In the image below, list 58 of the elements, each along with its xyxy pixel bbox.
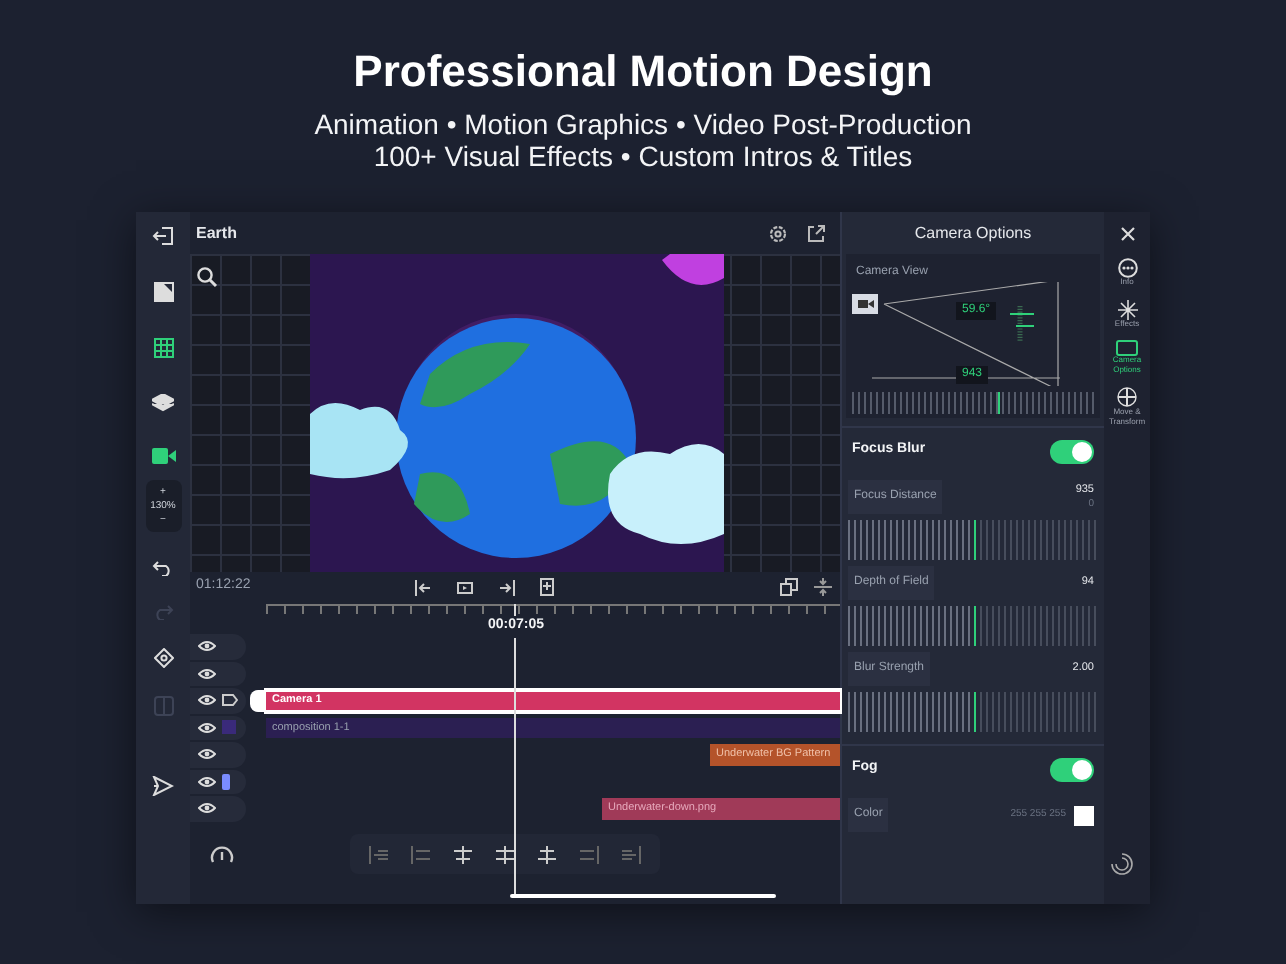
close-icon[interactable]: [1119, 226, 1135, 242]
eye-icon[interactable]: [198, 721, 216, 734]
subtitle-line: Animation • Motion Graphics • Video Post-Production: [314, 108, 972, 140]
tag-icon: [222, 694, 238, 707]
speed-icon[interactable]: [210, 844, 234, 864]
composition-thumbnail: [222, 720, 236, 735]
clip-handle[interactable]: [250, 690, 266, 711]
camera-view-slider[interactable]: [852, 392, 1094, 414]
eye-icon[interactable]: [198, 802, 216, 815]
video-camera-icon[interactable]: [151, 448, 175, 464]
copy-icon[interactable]: [780, 578, 798, 596]
slider-track[interactable]: [848, 692, 1098, 732]
toggle-switch[interactable]: [1050, 757, 1094, 781]
collapse-icon[interactable]: [814, 578, 832, 596]
eye-icon[interactable]: [198, 748, 216, 761]
slider-marker[interactable]: [973, 520, 975, 560]
zoom-icon[interactable]: [196, 266, 218, 288]
align-center-left-icon[interactable]: [452, 845, 474, 863]
export-icon[interactable]: [152, 776, 174, 796]
toggle-switch[interactable]: [1050, 439, 1094, 463]
move-icon[interactable]: [1116, 386, 1138, 408]
share-icon[interactable]: [806, 223, 826, 243]
align-center-icon[interactable]: [494, 845, 516, 863]
slider-marker[interactable]: [997, 392, 1000, 414]
aspect-ratio-icon[interactable]: [153, 282, 173, 302]
skip-start-icon[interactable]: [414, 579, 433, 595]
eye-icon[interactable]: [198, 775, 216, 788]
headline: Professional Motion Design: [353, 44, 933, 100]
subtitle-line: 100+ Visual Effects • Custom Intros & Titles: [373, 140, 913, 172]
layers-icon[interactable]: [152, 394, 174, 412]
panel-title: Camera Options: [912, 221, 1034, 246]
project-title: Earth: [196, 221, 237, 245]
slider-marker[interactable]: [973, 692, 975, 732]
more-icon[interactable]: [1117, 258, 1137, 278]
video-camera-icon[interactable]: [1116, 340, 1138, 356]
grid-icon[interactable]: [153, 338, 173, 358]
color-swatch[interactable]: [1074, 805, 1094, 825]
align-start-icon[interactable]: [368, 845, 390, 863]
align-left-icon[interactable]: [410, 845, 432, 863]
undo-icon[interactable]: [152, 560, 174, 576]
sparkle-icon[interactable]: [1117, 299, 1137, 319]
settings-icon[interactable]: [768, 223, 788, 243]
bookmark-icon[interactable]: [540, 578, 555, 596]
eye-icon[interactable]: [198, 694, 216, 707]
loop-icon[interactable]: [456, 579, 475, 595]
slider-marker[interactable]: [973, 606, 975, 646]
align-right-icon[interactable]: [578, 845, 600, 863]
spinner-icon: [1109, 852, 1133, 876]
slider-track[interactable]: [848, 606, 1098, 646]
keyframe-icon[interactable]: [153, 648, 173, 668]
exit-icon[interactable]: [152, 226, 174, 246]
eye-icon[interactable]: [198, 640, 216, 653]
slider-track[interactable]: [848, 520, 1098, 560]
skip-end-icon[interactable]: [498, 579, 517, 595]
image-thumbnail: [222, 773, 230, 790]
align-end-icon[interactable]: [620, 845, 642, 863]
eye-icon[interactable]: [198, 667, 216, 680]
align-center-right-icon[interactable]: [536, 845, 558, 863]
